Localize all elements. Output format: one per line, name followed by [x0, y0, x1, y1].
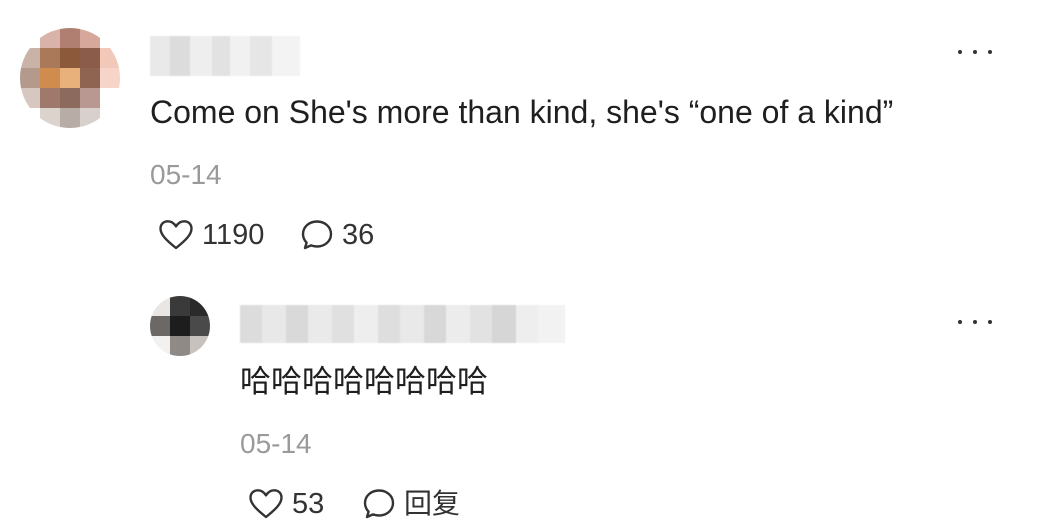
like-button[interactable]: 1190	[158, 218, 264, 252]
avatar[interactable]	[20, 28, 120, 128]
username-blurred[interactable]	[240, 305, 565, 343]
speech-bubble-icon	[300, 218, 334, 252]
like-count: 53	[292, 488, 325, 520]
comment-button[interactable]: 36	[300, 218, 374, 252]
more-horizontal-icon[interactable]	[958, 312, 992, 332]
reply-label: 回复	[404, 487, 461, 520]
speech-bubble-icon	[362, 487, 396, 521]
avatar[interactable]	[150, 296, 210, 356]
comment-date: 05-14	[150, 159, 222, 190]
heart-outline-icon	[158, 219, 194, 251]
comment-count: 36	[342, 219, 375, 251]
reply-text: 哈哈哈哈哈哈哈哈	[240, 364, 488, 400]
like-button[interactable]: 53	[248, 487, 324, 521]
comment-text: Come on She's more than kind, she's “one…	[150, 94, 894, 130]
like-count: 1190	[202, 219, 265, 251]
more-horizontal-icon[interactable]	[958, 42, 992, 62]
heart-outline-icon	[248, 488, 284, 520]
reply-button[interactable]: 回复	[362, 487, 460, 521]
username-blurred[interactable]	[150, 36, 300, 76]
reply-date: 05-14	[240, 428, 312, 459]
